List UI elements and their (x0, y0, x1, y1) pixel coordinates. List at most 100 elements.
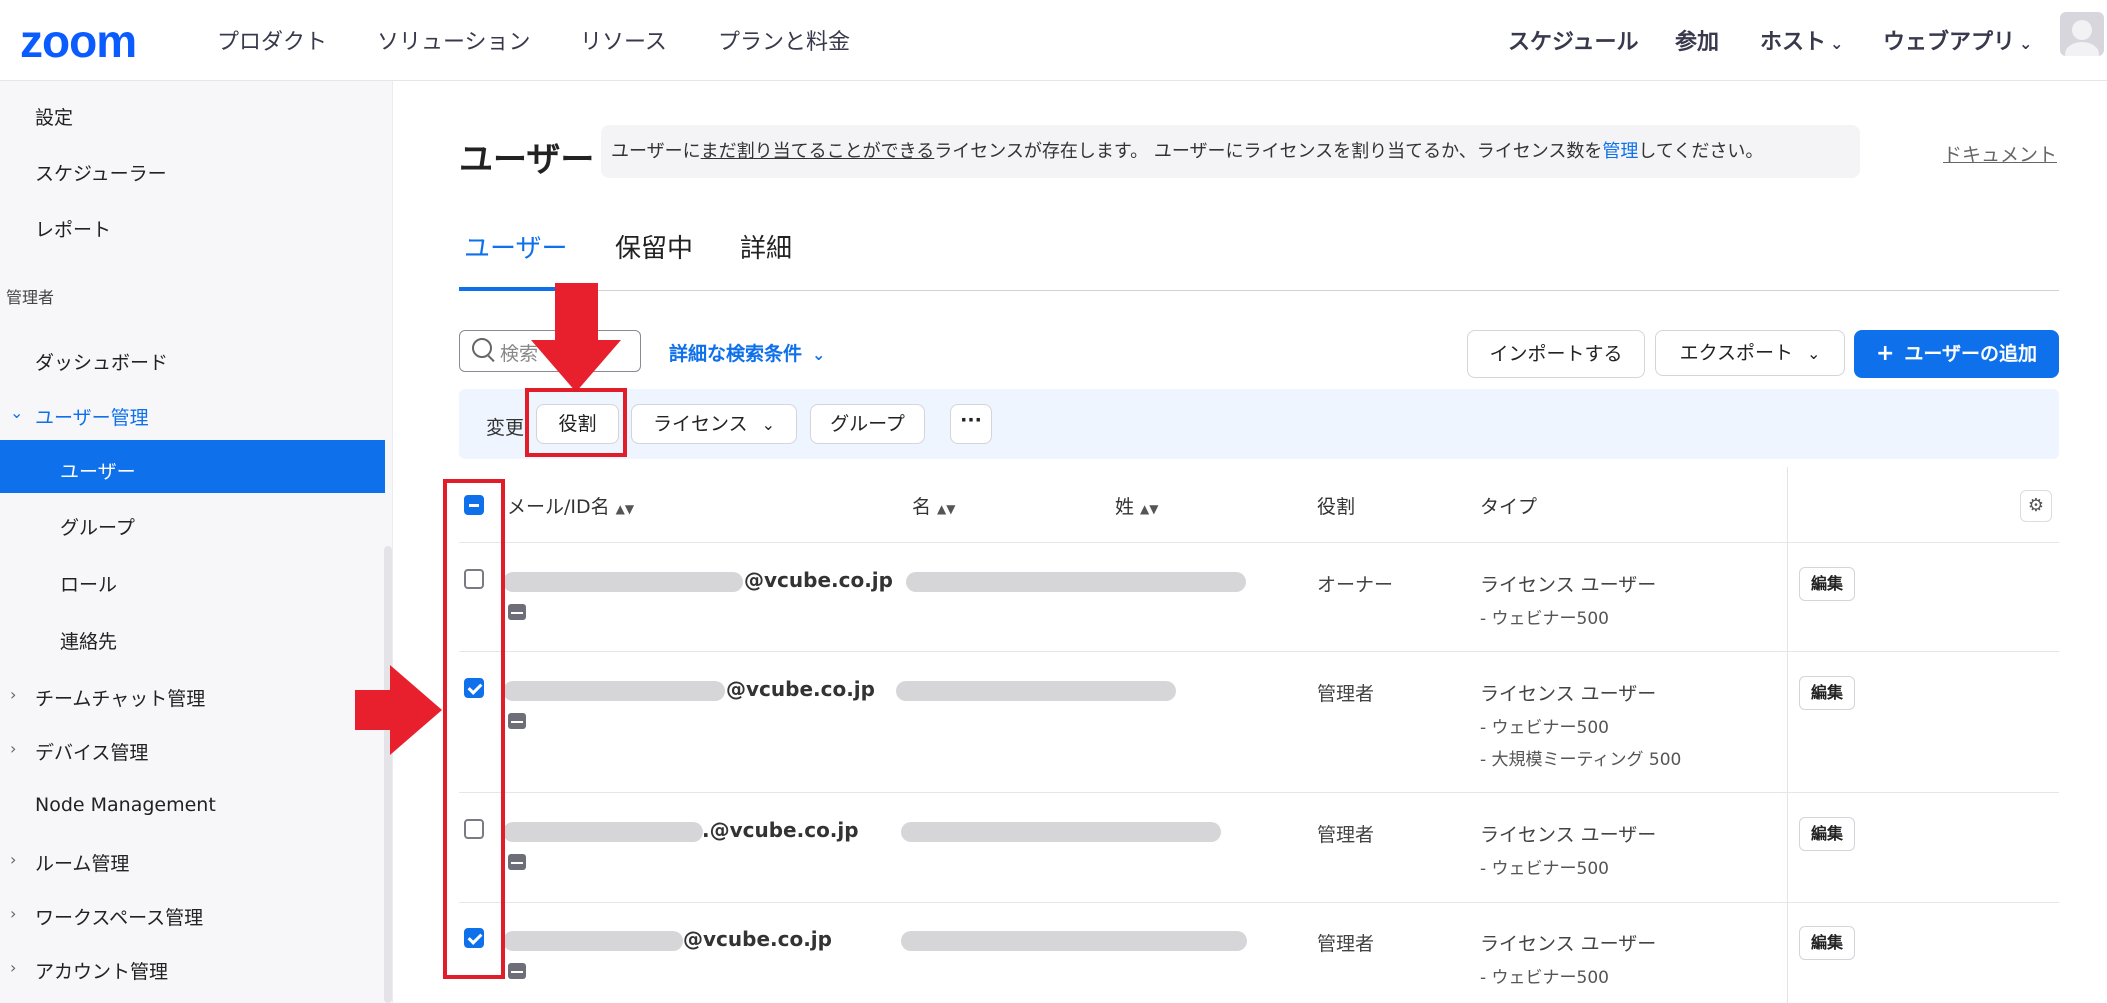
sidebar-item-rooms[interactable]: ルーム管理 (35, 849, 129, 876)
user-email[interactable]: .@vcube.co.jp (702, 818, 859, 842)
redacted-email (503, 681, 725, 701)
tab-details[interactable]: 詳細 (740, 228, 792, 265)
column-header-type: タイプ (1480, 496, 1538, 518)
user-type: ライセンス ユーザー (1480, 574, 1657, 596)
export-button[interactable]: エクスポート ⌄ (1655, 330, 1845, 376)
user-role: 管理者 (1317, 933, 1375, 955)
advanced-search-label: 詳細な検索条件 (669, 343, 803, 365)
user-type: ライセンス ユーザー (1480, 933, 1657, 955)
license-detail: - 大規模ミーティング 500 (1480, 750, 1682, 770)
sidebar-item-team-chat[interactable]: チームチャット管理 (35, 684, 205, 711)
sidebar-item-contacts[interactable]: 連絡先 (60, 627, 117, 654)
notice-manage-link[interactable]: 管理 (1602, 141, 1638, 162)
sidebar-item-groups[interactable]: グループ (60, 513, 135, 540)
chevron-down-icon: ⌄ (812, 345, 826, 364)
gear-icon[interactable]: ⚙ (2020, 490, 2052, 522)
chevron-down-icon[interactable]: ⌄ (10, 403, 23, 422)
tab-divider (459, 290, 2059, 291)
column-last-name-label: 姓 (1115, 496, 1135, 518)
sort-icon: ▲▼ (937, 502, 956, 516)
license-label: ライセンス (652, 413, 748, 435)
user-role: 管理者 (1317, 683, 1375, 705)
edit-button[interactable]: 編集 (1799, 567, 1855, 601)
redacted-email (503, 931, 683, 951)
row-divider (459, 651, 2059, 652)
mail-icon (508, 604, 526, 620)
sidebar-item-dashboard[interactable]: ダッシュボード (35, 348, 168, 375)
nav-webapp[interactable]: ウェブアプリ ⌄ (1883, 24, 2032, 56)
redacted-email (503, 572, 743, 592)
sidebar-item-workspaces[interactable]: ワークスペース管理 (35, 903, 203, 930)
sidebar-item-users[interactable]: ユーザー (60, 457, 136, 484)
mail-icon (508, 713, 526, 729)
column-email-label: メール/ID名 (507, 496, 610, 518)
advanced-search-link[interactable]: 詳細な検索条件 ⌄ (669, 339, 825, 366)
notice-link[interactable]: まだ割り当てることができる (701, 141, 935, 162)
nav-join[interactable]: 参加 (1675, 24, 1719, 56)
nav-plans[interactable]: プランと料金 (718, 24, 850, 56)
redacted-name (906, 572, 1246, 592)
notice-text: してください。 (1638, 141, 1764, 162)
user-email[interactable]: @vcube.co.jp (726, 677, 875, 701)
nav-host[interactable]: ホスト ⌄ (1760, 24, 1843, 56)
annotation-highlight-role-button (525, 388, 627, 457)
page-title: ユーザー (459, 140, 595, 180)
more-actions-button[interactable]: ··· (950, 404, 992, 444)
tab-users[interactable]: ユーザー (464, 228, 567, 265)
column-header-email[interactable]: メール/ID名 ▲▼ (507, 492, 634, 519)
documents-link[interactable]: ドキュメント (1943, 140, 2057, 167)
sidebar-item-account[interactable]: アカウント管理 (35, 957, 168, 984)
import-button[interactable]: インポートする (1467, 330, 1645, 378)
edit-button[interactable]: 編集 (1799, 926, 1855, 960)
annotation-highlight-checkboxes (443, 479, 505, 979)
tab-pending[interactable]: 保留中 (615, 228, 693, 265)
avatar[interactable] (2060, 12, 2104, 56)
nav-schedule[interactable]: スケジュール (1508, 24, 1638, 56)
license-button[interactable]: ライセンス ⌄ (631, 404, 797, 444)
column-header-first-name[interactable]: 名 ▲▼ (912, 492, 955, 519)
row-divider (459, 792, 2059, 793)
sidebar-scrollbar[interactable] (384, 546, 392, 1003)
notice-text: ライセンスが存在します。 ユーザーにライセンスを割り当てるか、ライセンス数を (934, 141, 1603, 162)
chevron-down-icon: ⌄ (1830, 34, 1844, 53)
nav-products[interactable]: プロダクト (217, 24, 327, 56)
redacted-name (896, 681, 1176, 701)
sidebar-item-devices[interactable]: デバイス管理 (35, 738, 148, 765)
sidebar-item-user-management[interactable]: ユーザー管理 (35, 403, 149, 430)
sidebar-item-node-management[interactable]: Node Management (35, 794, 216, 816)
chevron-right-icon[interactable]: › (10, 850, 16, 869)
redacted-name (901, 931, 1247, 951)
nav-webapp-label: ウェブアプリ (1883, 30, 2016, 55)
column-header-last-name[interactable]: 姓 ▲▼ (1115, 492, 1158, 519)
chevron-right-icon[interactable]: › (10, 685, 16, 704)
add-user-button[interactable]: + ユーザーの追加 (1854, 330, 2059, 378)
chevron-right-icon[interactable]: › (10, 904, 16, 923)
zoom-logo[interactable]: zoom (20, 14, 137, 68)
license-detail: - ウェビナー500 (1480, 968, 1609, 988)
edit-button[interactable]: 編集 (1799, 676, 1855, 710)
license-detail: - ウェビナー500 (1480, 718, 1609, 738)
mail-icon (508, 963, 526, 979)
annotation-arrow-down-shaft (555, 283, 598, 341)
chevron-right-icon[interactable]: › (10, 739, 16, 758)
nav-solutions[interactable]: ソリューション (377, 24, 531, 56)
user-email[interactable]: @vcube.co.jp (744, 568, 893, 592)
license-notice: ユーザーにまだ割り当てることができるライセンスが存在します。 ユーザーにライセン… (601, 125, 1860, 178)
sidebar-item-roles[interactable]: ロール (60, 570, 117, 597)
chevron-right-icon[interactable]: › (10, 958, 16, 977)
user-type: ライセンス ユーザー (1480, 683, 1657, 705)
annotation-arrow-right-icon (390, 665, 442, 755)
nav-resources[interactable]: リソース (580, 24, 667, 56)
sidebar-section-admin: 管理者 (6, 288, 55, 307)
license-detail: - ウェビナー500 (1480, 859, 1609, 879)
column-header-role: 役割 (1317, 496, 1356, 518)
sticky-column-divider (1787, 467, 1788, 1003)
user-email[interactable]: @vcube.co.jp (683, 927, 832, 951)
sort-icon: ▲▼ (615, 502, 635, 516)
user-type: ライセンス ユーザー (1480, 824, 1657, 846)
edit-button[interactable]: 編集 (1799, 817, 1855, 851)
sidebar-item-settings[interactable]: 設定 (35, 103, 73, 130)
sidebar-item-scheduler[interactable]: スケジューラー (35, 159, 167, 186)
sidebar-item-reports[interactable]: レポート (35, 215, 111, 242)
group-button[interactable]: グループ (810, 404, 925, 444)
